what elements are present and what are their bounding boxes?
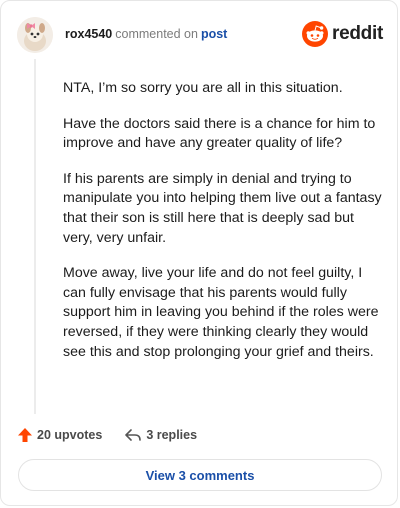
- comment-body: NTA, I’m so sorry you are all in this si…: [63, 79, 383, 378]
- reply-button[interactable]: 3 replies: [124, 427, 197, 443]
- comment-card: rox4540 commented on post reddit NTA, I’m …: [0, 0, 398, 506]
- reply-arrow-icon: [125, 429, 142, 441]
- username[interactable]: rox4540: [65, 27, 112, 41]
- post-link[interactable]: post: [201, 27, 227, 41]
- upvote-arrow-icon: [18, 428, 32, 442]
- upvote-count: 20 upvotes: [37, 428, 103, 442]
- comment-paragraph: Have the doctors said there is a chance …: [63, 115, 376, 152]
- avatar[interactable]: [17, 17, 53, 53]
- comment-paragraph: If his parents are simply in denial and …: [63, 170, 382, 246]
- reddit-brand[interactable]: reddit: [302, 21, 383, 47]
- comment-footer: 20 upvotes 3 replies: [17, 427, 197, 443]
- view-comments-button[interactable]: View 3 comments: [18, 459, 382, 491]
- comment-paragraph: NTA, I’m so sorry you are all in this si…: [63, 80, 343, 96]
- reply-count: 3 replies: [146, 428, 198, 442]
- reddit-wordmark: reddit: [332, 23, 383, 44]
- comment-header: rox4540 commented on post: [65, 27, 227, 41]
- action-text: commented on: [115, 27, 198, 41]
- upvote-button[interactable]: 20 upvotes: [17, 427, 102, 443]
- reddit-snoo-icon: [302, 21, 329, 47]
- avatar-image: [17, 17, 53, 53]
- thread-line: [34, 59, 36, 414]
- comment-paragraph: Move away, live your life and do not fee…: [63, 265, 379, 360]
